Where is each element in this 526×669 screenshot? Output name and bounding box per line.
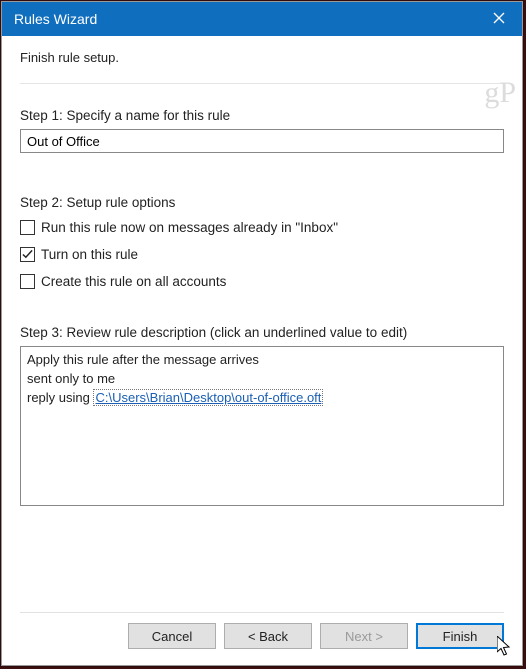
- description-line: Apply this rule after the message arrive…: [27, 351, 497, 370]
- checkbox-icon: [20, 247, 35, 262]
- checkbox-icon: [20, 220, 35, 235]
- close-icon: [493, 11, 505, 27]
- footer-divider: [20, 612, 504, 613]
- next-button: Next >: [320, 623, 408, 649]
- divider: [20, 83, 504, 84]
- step3-label: Step 3: Review rule description (click a…: [20, 325, 504, 340]
- option-label: Run this rule now on messages already in…: [41, 220, 338, 235]
- cancel-button[interactable]: Cancel: [128, 623, 216, 649]
- step1-label: Step 1: Specify a name for this rule: [20, 108, 504, 123]
- rule-description-box: Apply this rule after the message arrive…: [20, 346, 504, 506]
- option-all-accounts[interactable]: Create this rule on all accounts: [20, 274, 504, 289]
- rule-name-input[interactable]: [20, 129, 504, 153]
- description-line: sent only to me: [27, 370, 497, 389]
- watermark: gP: [484, 76, 516, 110]
- description-line: reply using C:\Users\Brian\Desktop\out-o…: [27, 389, 497, 408]
- close-button[interactable]: [476, 2, 522, 36]
- checkbox-icon: [20, 274, 35, 289]
- window-title: Rules Wizard: [14, 11, 97, 27]
- description-text: reply using: [27, 390, 93, 405]
- option-label: Create this rule on all accounts: [41, 274, 226, 289]
- rules-wizard-dialog: Rules Wizard gP Finish rule setup. Step …: [1, 1, 523, 666]
- option-turn-on[interactable]: Turn on this rule: [20, 247, 504, 262]
- titlebar: Rules Wizard: [2, 2, 522, 36]
- instruction-text: Finish rule setup.: [20, 50, 504, 65]
- option-label: Turn on this rule: [41, 247, 138, 262]
- finish-button[interactable]: Finish: [416, 623, 504, 649]
- step2-label: Step 2: Setup rule options: [20, 195, 504, 210]
- back-button[interactable]: < Back: [224, 623, 312, 649]
- dialog-footer: Cancel < Back Next > Finish: [20, 598, 504, 655]
- option-run-now[interactable]: Run this rule now on messages already in…: [20, 220, 504, 235]
- button-row: Cancel < Back Next > Finish: [20, 623, 504, 655]
- dialog-body: gP Finish rule setup. Step 1: Specify a …: [2, 36, 522, 665]
- template-path-link[interactable]: C:\Users\Brian\Desktop\out-of-office.oft: [93, 389, 323, 406]
